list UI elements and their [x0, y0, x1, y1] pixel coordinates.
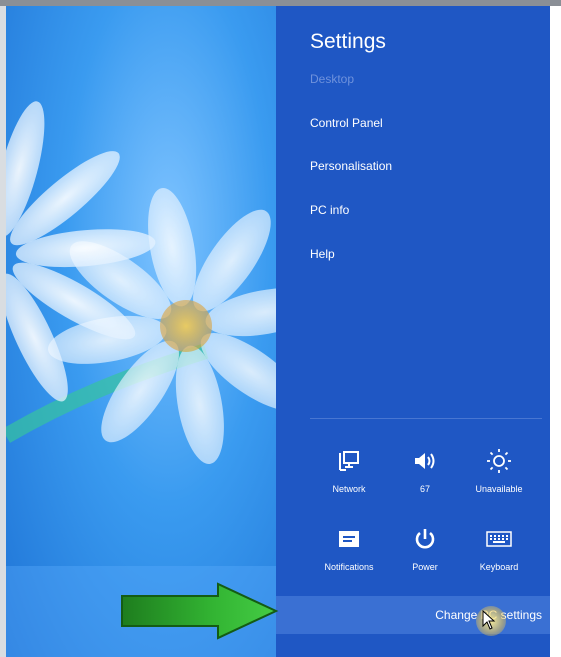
menu-item-personalisation[interactable]: Personalisation	[310, 159, 392, 173]
power-icon	[390, 524, 460, 554]
change-pc-settings-button[interactable]: Change PC settings	[276, 596, 550, 634]
screen-right-margin	[550, 6, 561, 657]
menu-item-help[interactable]: Help	[310, 247, 335, 261]
volume-icon	[390, 446, 460, 476]
menu-item-pc-info[interactable]: PC info	[310, 203, 349, 217]
keyboard-tile[interactable]: Keyboard	[464, 524, 534, 586]
brightness-tile[interactable]: Unavailable	[464, 446, 534, 508]
keyboard-label: Keyboard	[479, 562, 519, 572]
notifications-tile[interactable]: Notifications	[314, 524, 384, 586]
brightness-label: Unavailable	[475, 484, 523, 494]
menu-item-desktop: Desktop	[310, 72, 355, 86]
power-tile[interactable]: Power	[390, 524, 460, 586]
green-arrow-icon	[121, 582, 279, 640]
mouse-cursor-icon	[482, 610, 496, 630]
brightness-icon	[464, 446, 534, 476]
quick-settings-divider	[310, 418, 542, 419]
daisy-wallpaper-image	[6, 101, 276, 657]
notifications-icon	[314, 524, 384, 554]
power-label: Power	[412, 562, 438, 572]
network-icon	[314, 446, 384, 476]
volume-tile[interactable]: 67	[390, 446, 460, 508]
notifications-label: Notifications	[324, 562, 374, 572]
keyboard-icon	[464, 524, 534, 554]
network-tile[interactable]: Network	[314, 446, 384, 508]
network-label: Network	[332, 484, 366, 494]
settings-charm-panel: Settings Desktop Control Panel Personali…	[276, 6, 550, 657]
desktop-wallpaper	[6, 6, 276, 657]
charm-title: Settings	[310, 30, 386, 53]
menu-item-control-panel[interactable]: Control Panel	[310, 116, 383, 130]
volume-label: 67	[419, 484, 430, 494]
